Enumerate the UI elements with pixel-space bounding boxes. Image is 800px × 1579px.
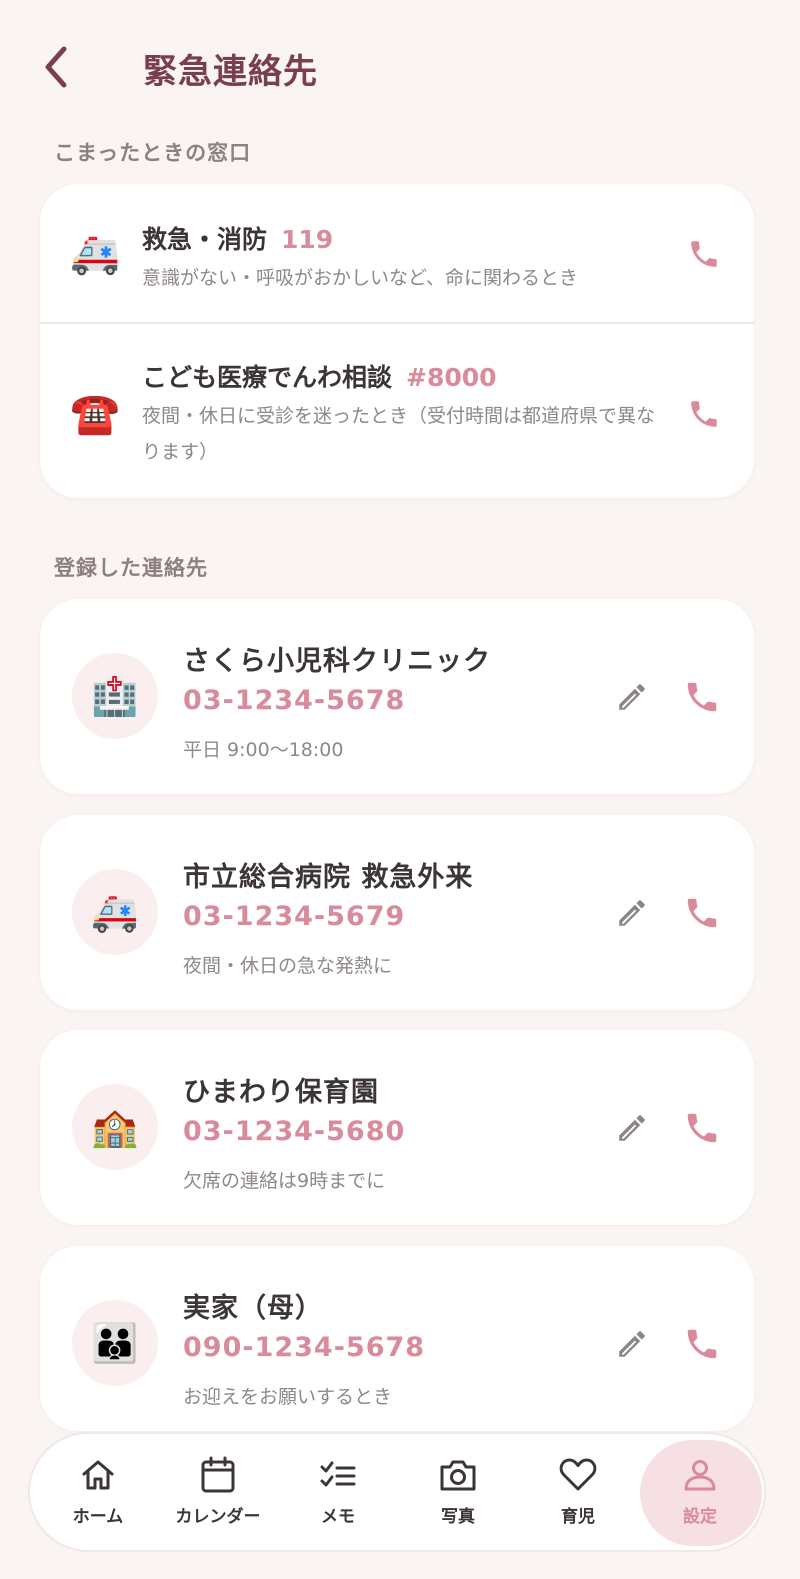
nav-label: 育児	[561, 1507, 595, 1527]
hotline-row-pediatric: ☎️ こども医療でんわ相談 #8000 夜間・休日に受診を迷ったとき（受付時間は都…	[40, 324, 754, 498]
pencil-icon	[619, 900, 645, 926]
bottom-nav: ホーム カレンダー メモ 写真 育児 設定	[28, 1432, 766, 1552]
hotline-row-emergency: 🚑 救急・消防 119 意識がない・呼吸がおかしいなど、命に関わるとき	[40, 184, 754, 324]
hotline-description: 意識がない・呼吸がおかしいなど、命に関わるとき	[142, 267, 579, 289]
pencil-icon	[619, 684, 645, 710]
contact-card[interactable]: 🏫 ひまわり保育園 03-1234-5680 欠席の連絡は9時までに	[40, 1030, 754, 1225]
contacts-section-label: 登録した連絡先	[54, 556, 208, 580]
contact-phone: 090-1234-5678	[183, 1332, 426, 1363]
call-button[interactable]	[678, 673, 726, 721]
nav-item-home[interactable]: ホーム	[38, 1434, 158, 1550]
nav-label: メモ	[321, 1507, 355, 1527]
hotline-name: 救急・消防	[142, 225, 268, 254]
hotline-number: 119	[281, 225, 334, 254]
hotlines-section-label: こまったときの窓口	[54, 141, 252, 165]
checklist-icon	[320, 1461, 356, 1487]
edit-button[interactable]	[610, 675, 654, 719]
hotline-title: こども医療でんわ相談 #8000	[142, 358, 497, 394]
contact-phone: 03-1234-5680	[183, 1116, 406, 1147]
hotline-description: 夜間・休日に受診を迷ったとき（受付時間は都道府県で異なります）	[142, 405, 656, 463]
call-button[interactable]	[680, 390, 728, 438]
nav-label: カレンダー	[175, 1507, 261, 1527]
heart-icon	[559, 1458, 597, 1491]
contact-note: 夜間・休日の急な発熱に	[183, 955, 393, 977]
hotline-title: 救急・消防 119	[142, 220, 333, 256]
contact-card[interactable]: 🚑 市立総合病院 救急外来 03-1234-5679 夜間・休日の急な発熱に	[40, 815, 754, 1010]
home-icon	[82, 1460, 114, 1490]
ambulance-icon: 🚑	[72, 869, 158, 955]
pencil-icon	[619, 1115, 645, 1141]
calendar-icon	[201, 1456, 235, 1493]
back-button[interactable]	[38, 42, 74, 92]
phone-icon	[687, 1113, 717, 1143]
person-icon	[684, 1460, 716, 1491]
hotlines-card: 🚑 救急・消防 119 意識がない・呼吸がおかしいなど、命に関わるとき ☎️ こど…	[40, 184, 754, 498]
call-button[interactable]	[680, 230, 728, 278]
camera-icon	[440, 1460, 476, 1491]
hotline-name: こども医療でんわ相談	[142, 363, 393, 392]
nav-label: 設定	[683, 1507, 717, 1527]
phone-icon	[691, 401, 717, 427]
app-header: 緊急連絡先	[0, 0, 800, 130]
phone-icon	[691, 241, 717, 267]
phone-icon	[687, 682, 717, 712]
contact-note: 平日 9:00〜18:00	[183, 739, 344, 761]
phone-icon	[687, 898, 717, 928]
contact-name: 市立総合病院 救急外来	[183, 862, 474, 893]
contact-name: さくら小児科クリニック	[183, 646, 491, 677]
nav-label: ホーム	[72, 1507, 124, 1527]
contact-name: ひまわり保育園	[183, 1077, 379, 1108]
telephone-icon: ☎️	[70, 391, 120, 437]
contact-card[interactable]: 🏥 さくら小児科クリニック 03-1234-5678 平日 9:00〜18:00	[40, 599, 754, 794]
pencil-icon	[619, 1331, 645, 1357]
school-icon: 🏫	[72, 1084, 158, 1170]
call-button[interactable]	[678, 1104, 726, 1152]
contact-phone: 03-1234-5679	[183, 901, 406, 932]
call-button[interactable]	[678, 1320, 726, 1368]
chevron-left-icon	[45, 46, 67, 88]
call-button[interactable]	[678, 889, 726, 937]
edit-button[interactable]	[610, 891, 654, 935]
page-title: 緊急連絡先	[143, 52, 318, 92]
contact-phone: 03-1234-5678	[183, 685, 406, 716]
nav-item-photos[interactable]: 写真	[398, 1434, 518, 1550]
nav-label: 写真	[441, 1507, 475, 1527]
nav-item-childcare[interactable]: 育児	[518, 1434, 638, 1550]
contact-note: お迎えをお願いするとき	[183, 1386, 393, 1408]
nav-item-memo[interactable]: メモ	[278, 1434, 398, 1550]
contact-card[interactable]: 👪 実家（母） 090-1234-5678 お迎えをお願いするとき	[40, 1246, 754, 1431]
nav-item-settings[interactable]: 設定	[640, 1434, 760, 1550]
edit-button[interactable]	[610, 1106, 654, 1150]
contact-note: 欠席の連絡は9時までに	[183, 1170, 386, 1192]
nav-item-calendar[interactable]: カレンダー	[158, 1434, 278, 1550]
contact-name: 実家（母）	[183, 1293, 323, 1324]
ambulance-icon: 🚑	[70, 231, 120, 277]
family-icon: 👪	[72, 1300, 158, 1386]
hotline-number: #8000	[406, 363, 497, 392]
hospital-icon: 🏥	[72, 653, 158, 739]
phone-icon	[687, 1329, 717, 1359]
edit-button[interactable]	[610, 1322, 654, 1366]
